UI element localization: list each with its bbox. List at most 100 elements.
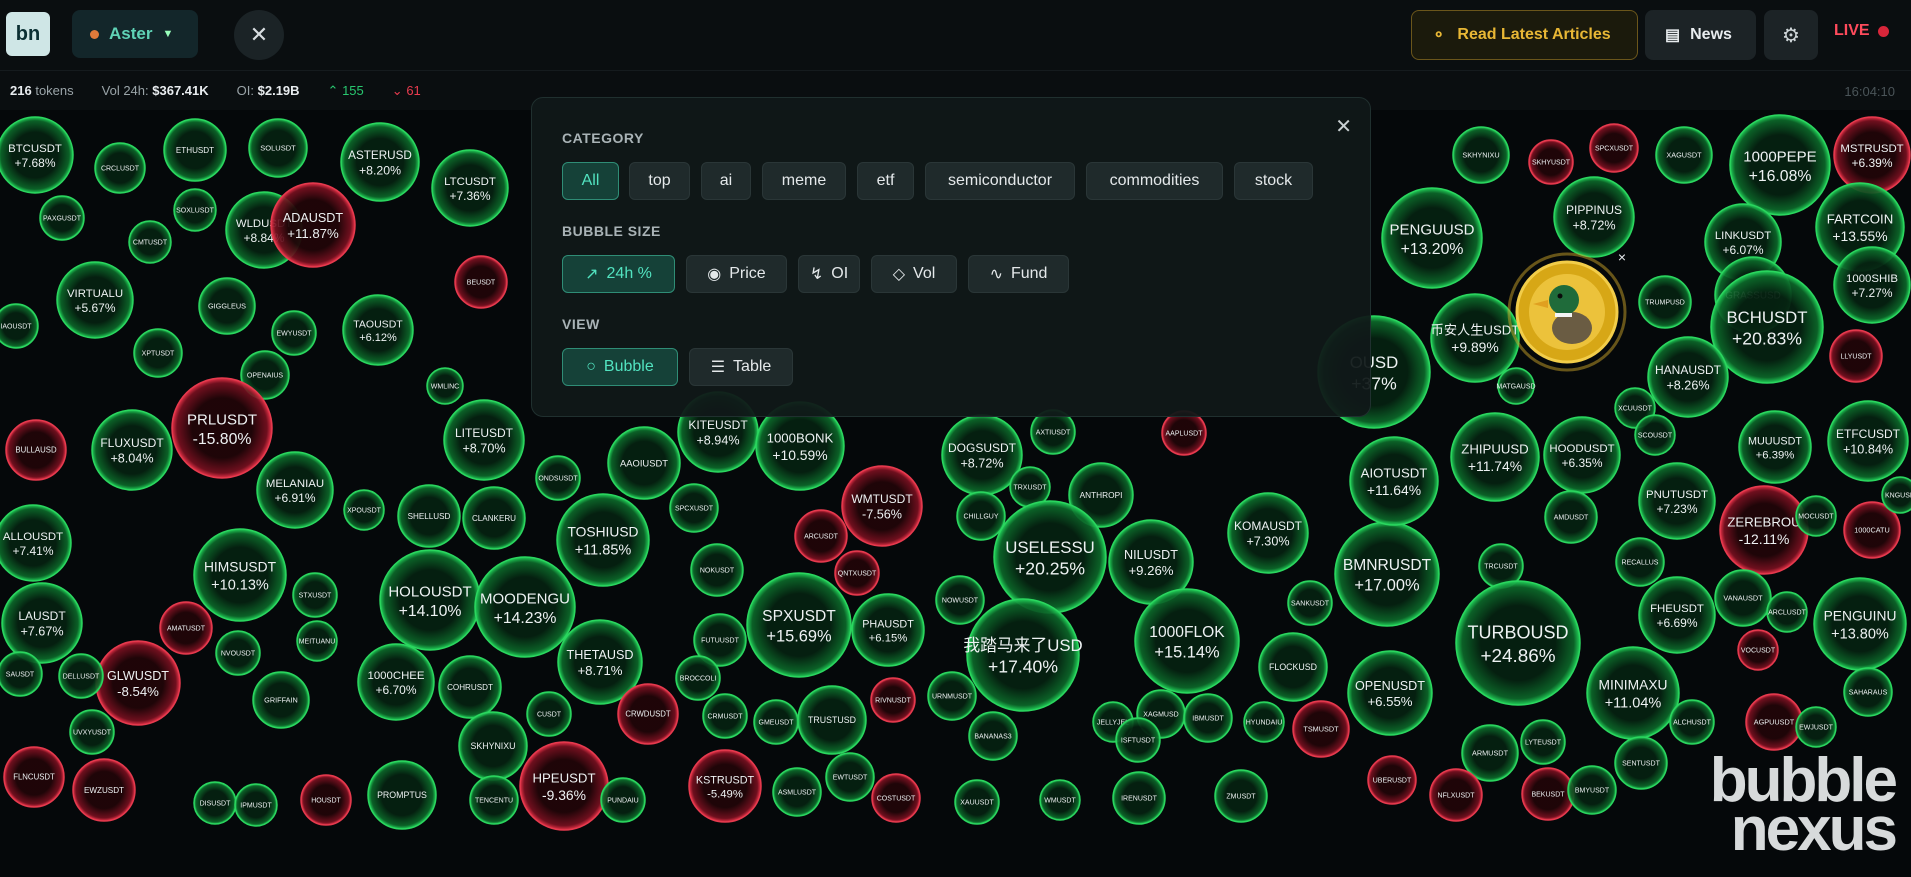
token-bubble[interactable]: BROCCOLI: [675, 655, 721, 701]
category-commodities[interactable]: commodities: [1086, 162, 1223, 200]
bubble-circle[interactable]: [1813, 577, 1907, 671]
token-bubble[interactable]: CRWDUSDT: [617, 683, 679, 745]
token-bubble[interactable]: HOLOUSDT +14.10%: [379, 549, 481, 651]
token-bubble[interactable]: SPCXUSDT: [1589, 123, 1639, 173]
token-bubble[interactable]: SENTUSDT: [1614, 736, 1668, 790]
app-logo[interactable]: bn: [6, 12, 50, 56]
token-bubble[interactable]: HIMSUSDT +10.13%: [193, 528, 287, 622]
token-bubble[interactable]: GLWUSDT-8.54%: [95, 640, 181, 726]
token-bubble[interactable]: AAPLUSDT: [1161, 410, 1207, 456]
category-stock[interactable]: stock: [1234, 162, 1313, 200]
close-filter-button[interactable]: ✕: [234, 10, 284, 60]
category-etf[interactable]: etf: [857, 162, 914, 200]
token-bubble[interactable]: MATGAUSD: [1496, 367, 1536, 405]
panel-close-button[interactable]: ✕: [1335, 114, 1352, 139]
token-bubble[interactable]: ISFTUSDT: [1115, 717, 1161, 763]
bubble-circle[interactable]: [841, 465, 923, 547]
token-bubble[interactable]: NOWUSDT: [935, 575, 985, 625]
token-bubble[interactable]: PUNDAIU: [600, 777, 646, 823]
token-bubble[interactable]: TENCENTU: [469, 775, 519, 825]
token-bubble[interactable]: NOKUSDT: [690, 543, 744, 597]
token-bubble[interactable]: 1000FLOK +15.14%: [1134, 588, 1240, 694]
token-bubble[interactable]: ZEREBROU-12.11%: [1719, 485, 1809, 575]
token-bubble[interactable]: ZHIPUUSD+11.74%: [1450, 412, 1540, 502]
token-bubble[interactable]: 1000PEPE +16.08%: [1729, 114, 1831, 216]
token-bubble[interactable]: LAUSDT +7.67%: [1, 582, 83, 664]
token-bubble[interactable]: UVXYUSDT: [69, 709, 115, 755]
token-bubble[interactable]: KSTRUSDT -5.49%: [688, 749, 762, 823]
token-bubble[interactable]: HOODUSDT+6.35%: [1543, 416, 1621, 494]
token-bubble[interactable]: SAUSDT: [0, 651, 43, 697]
token-bubble[interactable]: SKHYNIXU: [1452, 126, 1510, 184]
bubble-circle[interactable]: [1347, 650, 1433, 736]
token-bubble[interactable]: ALCHUSDT: [1669, 699, 1715, 745]
token-bubble[interactable]: AGPUUSDT: [1745, 693, 1803, 751]
token-bubble[interactable]: AAOIUSDT: [607, 426, 681, 500]
settings-button[interactable]: ⚙: [1764, 10, 1818, 60]
token-bubble[interactable]: BEKUSDT: [1521, 767, 1575, 821]
token-bubble[interactable]: BULLAUSD: [5, 419, 67, 481]
token-bubble[interactable]: RIVNUSDT: [870, 677, 916, 723]
token-bubble[interactable]: XPOUSDT: [343, 489, 385, 531]
news-button[interactable]: ▤ News: [1645, 10, 1756, 60]
token-bubble[interactable]: KOMAUSDT +7.30%: [1227, 492, 1309, 574]
token-bubble[interactable]: IAOUSDT: [0, 303, 39, 349]
token-bubble[interactable]: WMTUSDT -7.56%: [841, 465, 923, 547]
token-bubble[interactable]: BEUSDT: [454, 255, 508, 309]
token-bubble[interactable]: BMNRUSDT +17.00%: [1334, 521, 1440, 627]
token-bubble[interactable]: RECALLUS: [1615, 537, 1665, 587]
token-bubble[interactable]: ALLOUSDT+7.41%: [0, 504, 72, 582]
token-bubble[interactable]: 币安人生USDT+9.89%: [1430, 293, 1520, 383]
token-bubble[interactable]: HPEUSDT-9.36%: [519, 741, 609, 831]
token-bubble[interactable]: 我踏马来了USD +17.40%: [963, 598, 1083, 712]
token-bubble[interactable]: FLNCUSDT: [3, 746, 65, 808]
token-bubble[interactable]: AIOTUSDT+11.64%: [1349, 436, 1439, 526]
token-bubble[interactable]: PHAUSDT +6.15%: [851, 593, 925, 667]
token-bubble[interactable]: XAUUSDT: [954, 779, 1000, 825]
token-bubble[interactable]: BTCUSDT+7.68%: [0, 116, 74, 194]
bubble-circle[interactable]: [1227, 492, 1309, 574]
token-bubble[interactable]: DELLUSDT: [58, 653, 104, 699]
token-bubble[interactable]: IRENUSDT: [1112, 771, 1166, 825]
token-bubble[interactable]: MSTRUSDT+6.39%: [1833, 116, 1911, 194]
token-bubble[interactable]: XPTUSDT: [133, 328, 183, 378]
token-bubble[interactable]: XAGUSDT: [1655, 126, 1713, 184]
token-bubble[interactable]: 1000SHIB+7.27%: [1833, 246, 1911, 324]
bubble-circle[interactable]: [270, 182, 356, 268]
token-bubble[interactable]: SOLUSDT: [248, 118, 308, 178]
token-bubble[interactable]: SAHARAUS: [1843, 667, 1893, 717]
bubble-circle[interactable]: [91, 409, 173, 491]
token-bubble[interactable]: PRLUSDT -15.80%: [171, 377, 273, 479]
view-table[interactable]: ☰ Table: [689, 348, 793, 386]
token-bubble[interactable]: PENGUUSD +13.20%: [1381, 187, 1483, 289]
bubble-circle[interactable]: [443, 399, 525, 481]
token-bubble[interactable]: ETFCUSDT +10.84%: [1827, 400, 1909, 482]
token-bubble[interactable]: MELANIAU+6.91%: [256, 451, 334, 529]
bubble-circle[interactable]: [1553, 176, 1635, 258]
token-bubble[interactable]: TRUSTUSD: [797, 685, 867, 755]
token-bubble[interactable]: GRIFFAIN: [252, 671, 310, 729]
token-bubble[interactable]: ASMLUSDT: [772, 767, 822, 817]
token-bubble[interactable]: CMTUSDT: [128, 220, 172, 264]
token-bubble[interactable]: ARCLUSDT: [1766, 591, 1808, 633]
token-bubble[interactable]: BCHUSDT +20.83%: [1710, 270, 1824, 384]
token-bubble[interactable]: MEITUANU: [296, 620, 338, 662]
token-bubble[interactable]: PENGUINU +13.80%: [1813, 577, 1907, 671]
token-bubble[interactable]: EWJUSDT: [1795, 706, 1837, 748]
token-bubble[interactable]: CHILLGUY: [956, 491, 1006, 541]
token-bubble[interactable]: EWTUSDT: [825, 752, 875, 802]
token-bubble[interactable]: LLYUSDT: [1829, 329, 1883, 383]
token-bubble[interactable]: SANKUSDT: [1287, 580, 1333, 626]
token-bubble[interactable]: SOXLUSDT: [173, 188, 217, 232]
bubble-circle[interactable]: [556, 493, 650, 587]
category-semiconductor[interactable]: semiconductor: [925, 162, 1075, 200]
token-bubble[interactable]: ONDSUSDT: [535, 455, 581, 501]
bubble-circle[interactable]: [1827, 400, 1909, 482]
token-bubble[interactable]: LITEUSDT +8.70%: [443, 399, 525, 481]
bubble-circle[interactable]: [966, 598, 1080, 712]
bubble-circle[interactable]: [1, 582, 83, 664]
token-bubble[interactable]: SHELLUSD: [397, 484, 461, 548]
token-bubble[interactable]: TRUMPUSD: [1638, 275, 1692, 329]
bubble-circle[interactable]: [193, 528, 287, 622]
token-bubble[interactable]: ASTERUSD+8.20%: [340, 122, 420, 202]
